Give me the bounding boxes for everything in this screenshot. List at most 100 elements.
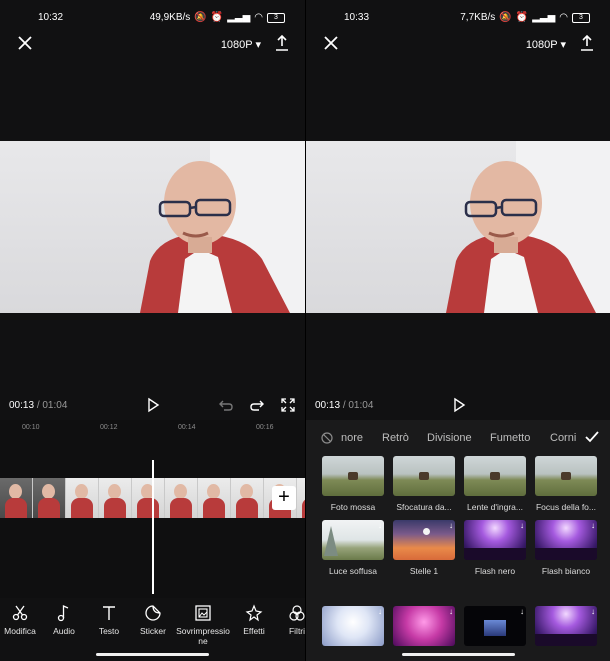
effect-tile[interactable]: Focus della fo... [535, 456, 597, 512]
category-tab[interactable]: Corni [550, 432, 576, 444]
tool-label: Filtri [288, 626, 305, 636]
download-icon: ↓ [520, 521, 524, 530]
effect-label: Flash bianco [541, 566, 591, 576]
effect-tile[interactable]: ↓ [464, 606, 526, 646]
play-icon[interactable] [451, 397, 467, 413]
export-icon[interactable] [274, 34, 290, 52]
effect-tile[interactable]: ↓ [322, 606, 384, 646]
preview-frame [140, 141, 305, 313]
resolution-value: 1080P [220, 39, 253, 51]
effect-tile[interactable]: ↓ [535, 606, 597, 646]
time-display: 00:13 / 01:04 [315, 400, 373, 411]
download-icon: ↓ [378, 607, 382, 616]
play-icon[interactable] [145, 397, 161, 413]
effect-tile[interactable]: Foto mossa [322, 456, 384, 512]
sticker-icon [145, 605, 161, 621]
effect-label: Stelle 1 [409, 566, 439, 576]
current-time: 00:13 [315, 400, 341, 411]
category-tab[interactable]: Fumetto [490, 432, 530, 444]
network-speed: 49,9KB/s [149, 12, 191, 23]
tool-testo[interactable]: Testo [96, 604, 122, 636]
effect-thumbnail: ↓ [535, 606, 597, 646]
category-tab[interactable]: Retrò [382, 432, 409, 444]
alarm-icon: ⏰ [210, 12, 224, 23]
total-time: / 01:04 [36, 400, 68, 411]
current-time: 00:13 [9, 400, 35, 411]
effect-thumbnail: ↓ [464, 520, 526, 560]
effect-thumbnail: ↓ [393, 520, 455, 560]
effect-tile[interactable]: ↓ Flash bianco [535, 520, 597, 576]
video-preview [0, 141, 305, 313]
effect-tile[interactable]: ↓ [393, 606, 455, 646]
effect-thumbnail: ↓ [322, 606, 384, 646]
resolution-value: 1080P [525, 39, 558, 51]
clip-thumbnail [33, 478, 66, 518]
tool-label: Effetti [243, 626, 265, 636]
effect-tile[interactable]: ↓ Luce soffusa [322, 520, 384, 576]
download-icon: ↓ [520, 607, 524, 616]
close-icon[interactable] [16, 34, 34, 52]
ruler-tick: 00:14 [178, 424, 196, 431]
battery-icon: 3 [267, 12, 285, 23]
playback-controls: 00:13 / 01:04 [306, 396, 610, 414]
close-icon[interactable] [322, 34, 340, 52]
filters-icon [289, 605, 305, 621]
effect-tile[interactable]: ↓ Flash nero [464, 520, 526, 576]
tool-modifica[interactable]: Modifica [4, 604, 36, 636]
add-clip-button[interactable]: + [272, 486, 296, 510]
home-indicator[interactable] [402, 653, 515, 656]
network-speed: 7,7KB/s [460, 12, 496, 23]
none-icon[interactable] [321, 432, 333, 444]
export-icon[interactable] [579, 34, 595, 52]
effect-thumbnail: ↓ [464, 606, 526, 646]
signal-icon: ▂▃▅ [227, 12, 251, 23]
bottom-toolbar: Modifica Audio Testo Sticker Sovrimpress… [0, 604, 305, 650]
time-display: 00:13 / 01:04 [9, 400, 67, 411]
tool-effetti[interactable]: Effetti [240, 604, 268, 636]
effect-label: Focus della fo... [535, 502, 596, 512]
tool-audio[interactable]: Audio [50, 604, 78, 636]
tool-sticker[interactable]: Sticker [138, 604, 168, 636]
mute-icon: 🔕 [194, 12, 207, 23]
tool-sovrimpressione[interactable]: Sovrimpressio ne [176, 604, 230, 646]
effect-tile[interactable]: Lente d'ingra... [464, 456, 526, 512]
confirm-check-icon[interactable] [584, 430, 600, 444]
scissors-icon [12, 605, 28, 621]
undo-icon[interactable] [218, 397, 234, 413]
status-icons: 7,7KB/s 🔕 ⏰ ▂▃▅ ◠ 3 [460, 12, 590, 23]
status-bar: 10:33 7,7KB/s 🔕 ⏰ ▂▃▅ ◠ 3 [306, 10, 610, 26]
fullscreen-icon[interactable] [280, 397, 296, 413]
tool-label-continued: ne [198, 636, 208, 646]
download-icon: ↓ [378, 521, 382, 530]
effects-star-icon [245, 604, 263, 622]
clip-thumbnail [132, 478, 165, 518]
home-indicator[interactable] [96, 653, 209, 656]
video-preview [306, 141, 610, 313]
effect-tile[interactable]: ↓ Stelle 1 [393, 520, 455, 576]
clip-thumbnail [0, 478, 33, 518]
category-tab[interactable]: Divisione [427, 432, 472, 444]
clip-thumbnail [99, 478, 132, 518]
tool-label: Audio [53, 626, 75, 636]
effect-thumbnail: ↓ [322, 520, 384, 560]
effect-thumbnail: ↓ [535, 520, 597, 560]
effect-thumbnail [464, 456, 526, 496]
timeline-ruler: 00:10 00:12 00:14 00:16 [0, 424, 305, 436]
resolution-select[interactable]: 1080P ▾ [221, 38, 261, 51]
ruler-tick: 00:12 [100, 424, 118, 431]
editor-panel-timeline: 10:32 49,9KB/s 🔕 ⏰ ▂▃▅ ◠ 3 1080P ▾ 00:13 [0, 0, 305, 661]
category-tab[interactable]: nore [341, 432, 363, 444]
battery-icon: 3 [572, 12, 590, 23]
total-time: / 01:04 [342, 400, 374, 411]
preview-frame [446, 141, 610, 313]
wifi-icon: ◠ [254, 12, 263, 23]
resolution-select[interactable]: 1080P ▾ [526, 38, 566, 51]
redo-icon[interactable] [249, 397, 265, 413]
wifi-icon: ◠ [559, 12, 568, 23]
tool-label: Sticker [140, 626, 166, 636]
playhead[interactable] [152, 460, 154, 594]
effect-thumbnail [322, 456, 384, 496]
tool-filtri[interactable]: Filtri [285, 604, 305, 636]
clip-thumbnail [165, 478, 198, 518]
effect-tile[interactable]: Sfocatura da... [393, 456, 455, 512]
